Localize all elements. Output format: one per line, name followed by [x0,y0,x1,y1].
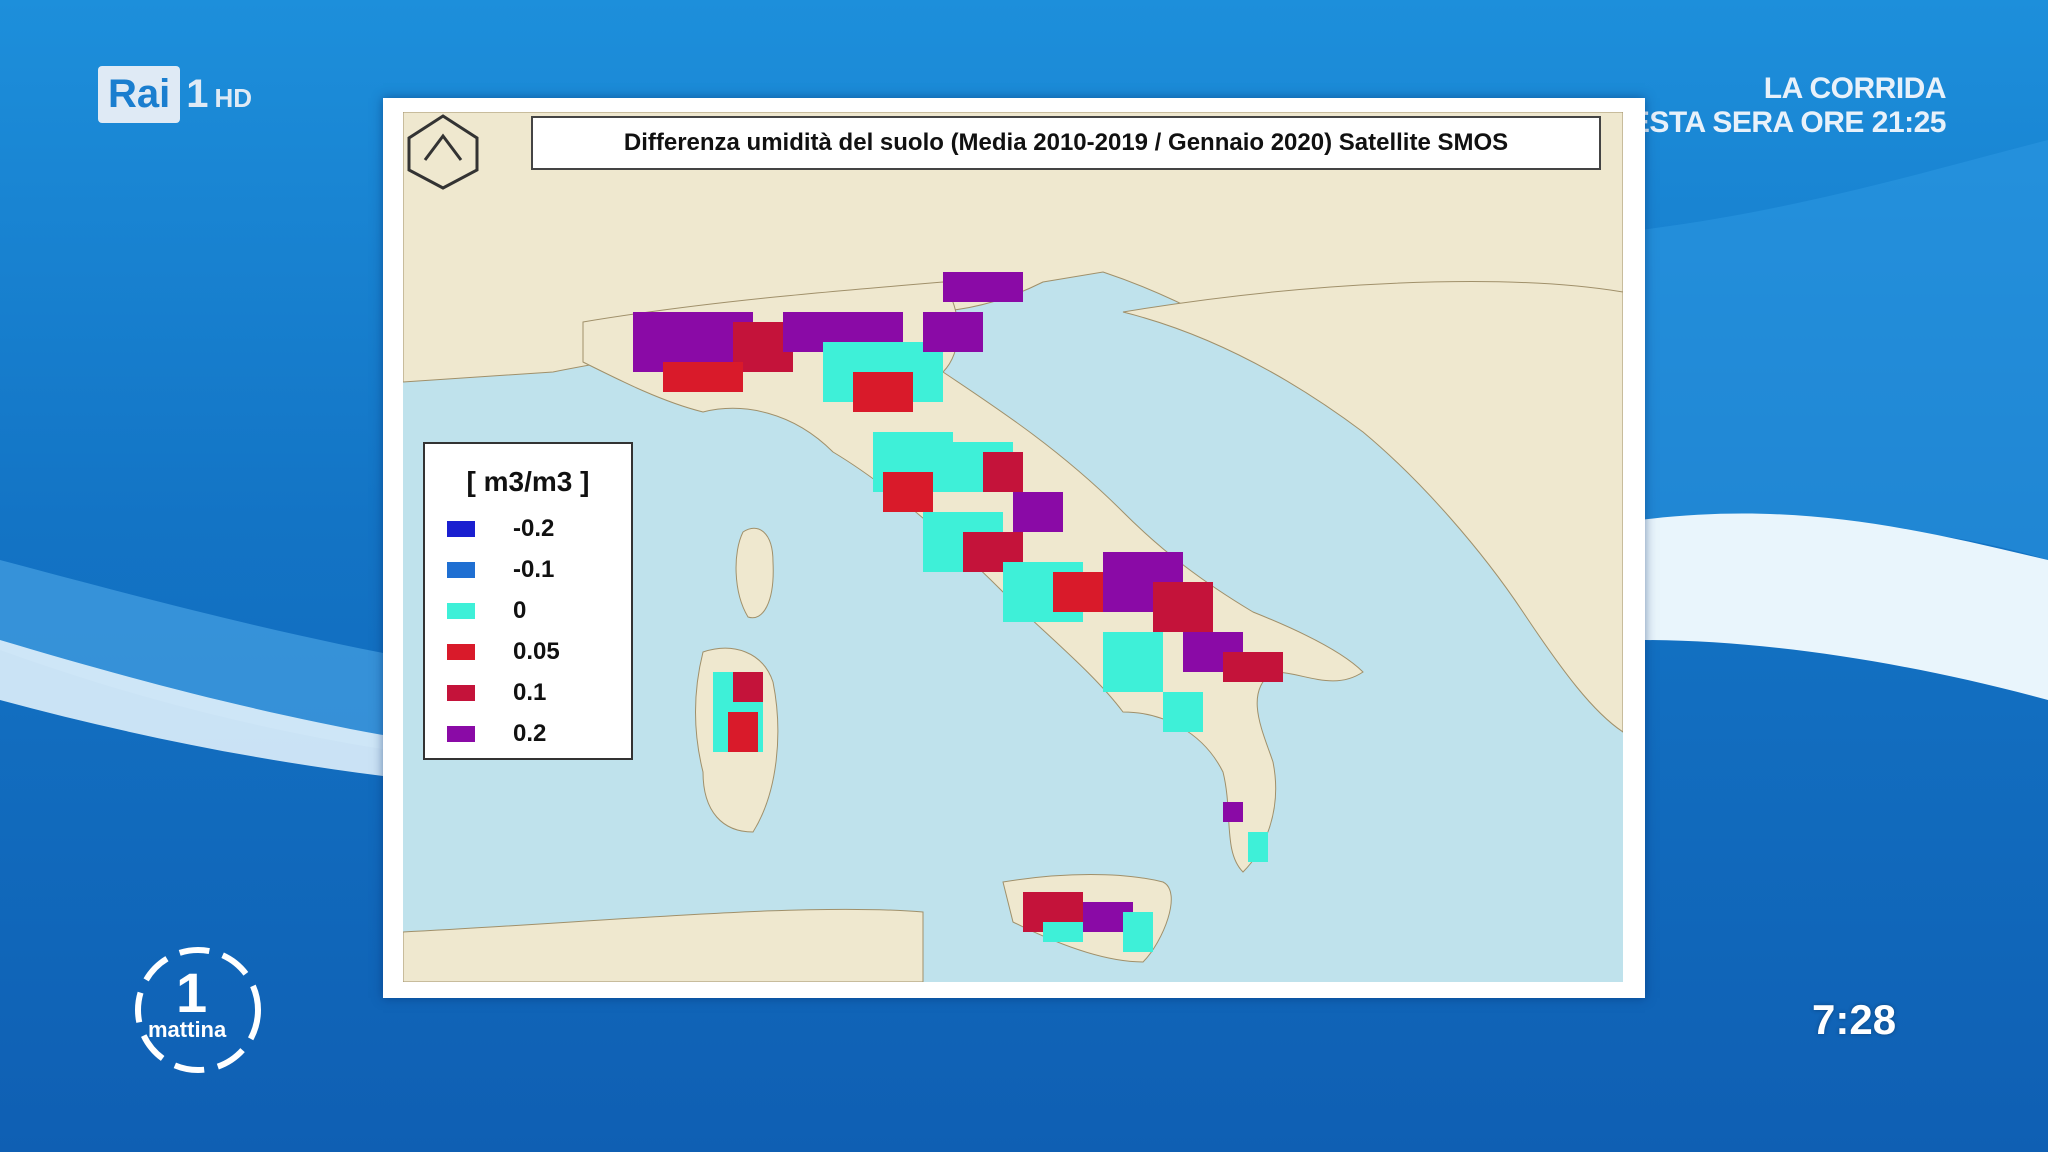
hd-badge: HD [214,82,253,113]
legend: [ m3/m3 ] -0.2 -0.1 0 0.05 0.1 0.2 [423,442,633,760]
compass-icon [407,114,479,190]
legend-item: 0 [425,590,631,631]
map-frame: Differenza umidità del suolo (Media 2010… [383,98,1645,998]
legend-label: 0.2 [513,719,547,747]
land-africa [403,908,924,982]
soil-moisture-map: Differenza umidità del suolo (Media 2010… [403,112,1623,982]
map-title: Differenza umidità del suolo (Media 2010… [531,116,1601,170]
channel-number: 1 [186,71,209,116]
legend-swatch [447,561,475,578]
legend-label: 0.05 [513,637,560,665]
legend-swatch [447,643,475,660]
clock: 7:28 [1812,996,1897,1043]
legend-label: 0.1 [513,678,547,706]
legend-item: 0.1 [425,672,631,713]
moisture-patches [633,272,1283,952]
legend-label: -0.1 [513,555,555,583]
program-logo-number: 1 [176,961,208,1024]
legend-item: -0.2 [425,508,631,549]
legend-label: 0 [513,596,527,624]
channel-logo: Rai 1 HD [98,56,252,132]
legend-swatch [447,602,475,619]
legend-list: -0.2 -0.1 0 0.05 0.1 0.2 [425,508,631,754]
legend-item: 0.2 [425,713,631,754]
legend-swatch [447,520,475,537]
legend-swatch [447,725,475,742]
legend-item: 0.05 [425,631,631,672]
legend-label: -0.2 [513,514,555,542]
legend-unit: [ m3/m3 ] [466,466,590,497]
legend-swatch [447,684,475,701]
land-corsica [735,527,774,619]
rai-brand: Rai [98,65,181,123]
legend-item: -0.1 [425,549,631,590]
program-logo-name: mattina [148,1017,227,1042]
